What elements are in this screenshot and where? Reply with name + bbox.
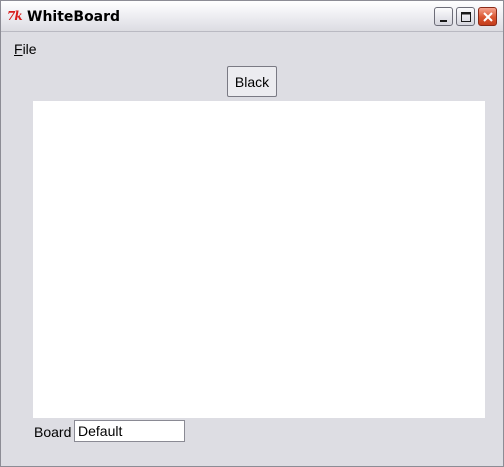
drawing-canvas[interactable] [33,101,485,418]
whiteboard-window: 7k WhiteBoard File Black Board [0,0,504,467]
color-button[interactable]: Black [227,66,277,97]
menu-file[interactable]: File [14,41,37,57]
board-name-input[interactable] [74,420,185,442]
menu-file-label: ile [22,41,37,57]
title-bar[interactable]: 7k WhiteBoard [1,1,503,32]
tk-icon: 7k [7,9,23,23]
menu-file-accelerator: F [14,41,23,57]
close-icon [483,12,493,22]
maximize-icon [461,12,471,22]
board-label: Board [34,424,72,440]
minimize-button[interactable] [434,7,453,26]
minimize-icon [440,20,447,22]
close-button[interactable] [478,7,497,26]
window-title: WhiteBoard [27,9,121,25]
maximize-button[interactable] [456,7,475,26]
menu-bar: File [1,32,503,62]
